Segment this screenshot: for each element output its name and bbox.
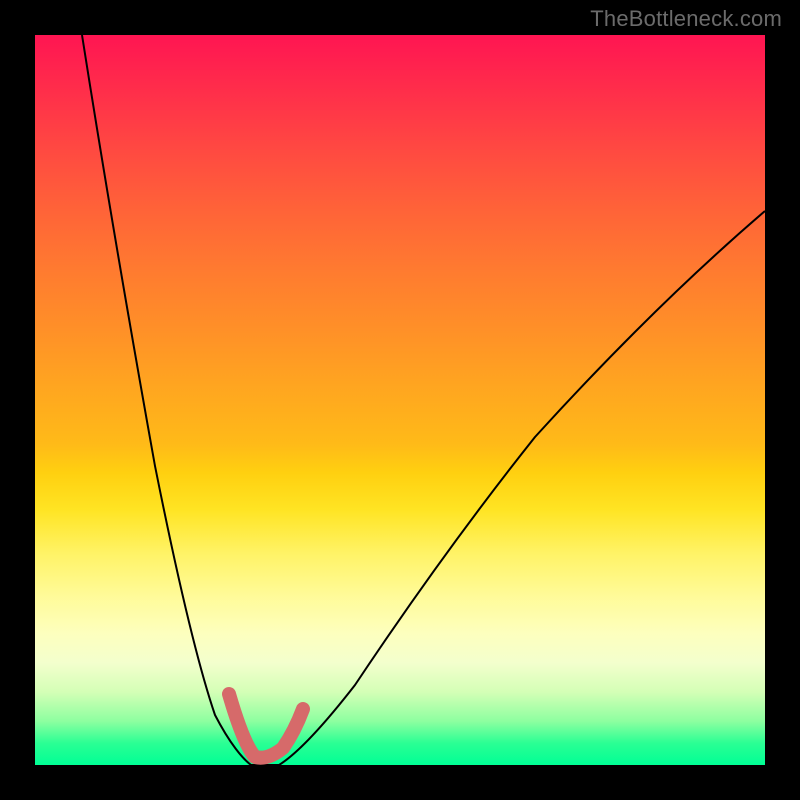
curve-layer [35,35,765,765]
plot-frame: TheBottleneck.com [0,0,800,800]
curve-valley-highlight [229,694,303,758]
watermark-text: TheBottleneck.com [590,6,782,32]
curve-left-branch [82,35,251,765]
gradient-plot-area [35,35,765,765]
curve-right-branch [279,211,765,765]
